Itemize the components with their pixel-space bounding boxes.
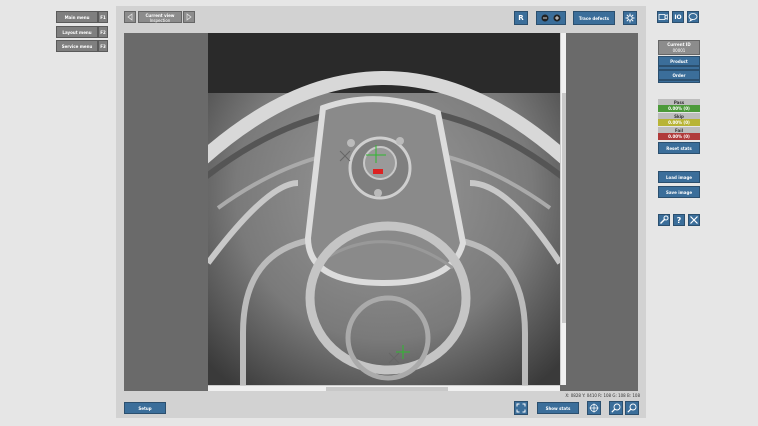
help-button[interactable]: ? [673,214,685,226]
layout-menu-button[interactable]: Layout menu [56,26,98,38]
crosshair-icon [589,403,599,413]
zoom-in-icon [611,403,621,413]
skip-value: 0.00% (0) [658,119,700,126]
fullscreen-icon [516,403,526,413]
circle-plus-icon[interactable] [553,14,561,22]
current-view-box: Current view Inspection [138,11,182,23]
wrench-icon [660,215,669,224]
settings-icon [625,13,635,23]
load-image-label: Load image [665,174,693,180]
circle-minus-icon[interactable] [541,14,549,22]
fail-value: 0.00% (0) [658,133,700,140]
order-label: Order [672,72,686,78]
zoom-in-button[interactable] [609,401,623,415]
current-id-box: Current ID 00001 [658,40,700,55]
camera-button[interactable] [657,11,669,23]
service-menu-button[interactable]: Service menu [56,40,98,52]
load-image-button[interactable]: Load image [658,171,700,183]
zoom-out-button[interactable] [625,401,639,415]
r-label: R [518,14,524,22]
show-stats-label: Show stats [545,405,571,411]
prev-view-button[interactable] [124,11,136,23]
product-button[interactable]: Product [658,56,700,66]
message-button[interactable] [687,11,699,23]
trace-defects-label: Trace defects [578,15,610,21]
vertical-scrollbar-thumb[interactable] [562,93,566,323]
reset-stats-button[interactable]: Reset stats [658,142,700,154]
layout-menu-label: Layout menu [62,29,92,35]
pass-value: 0.00% (0) [658,105,700,112]
pixel-info-status: X: 0828 Y: 0410 R: 108 G: 108 B: 108 [565,393,640,398]
camera-icon [658,14,668,20]
horizontal-scrollbar-thumb[interactable] [326,387,448,391]
service-menu-label: Service menu [61,43,93,49]
main-menu-key: F1 [98,11,108,23]
main-menu-label: Main menu [64,14,90,20]
setup-button[interactable]: Setup [124,402,166,414]
arrow-right-icon [186,13,192,21]
show-stats-button[interactable]: Show stats [537,402,579,414]
can-tab-image [208,33,560,385]
io-button[interactable]: IO [672,11,684,23]
layout-menu-key: F2 [98,26,108,38]
order-value [658,80,700,83]
order-button[interactable]: Order [658,70,700,80]
arrow-left-icon [127,13,133,21]
current-view-value: Inspection [149,18,171,23]
horizontal-scrollbar[interactable] [208,385,560,391]
current-id-value: 00001 [672,48,686,53]
service-menu-key: F3 [98,40,108,52]
main-menu-button[interactable]: Main menu [56,11,98,23]
crosshair-button[interactable] [587,401,601,415]
zoom-out-icon [627,403,637,413]
zoom-toggle-group [536,11,566,25]
tools-button[interactable] [658,214,670,226]
vertical-scrollbar[interactable] [560,33,566,385]
message-icon [688,13,698,22]
settings-button[interactable] [623,11,637,25]
save-image-label: Save image [665,189,693,195]
help-icon: ? [676,215,682,225]
fullscreen-button[interactable] [514,401,528,415]
close-button[interactable] [688,214,700,226]
r-button[interactable]: R [514,11,528,25]
next-view-button[interactable] [183,11,195,23]
close-icon [690,216,698,224]
io-icon: IO [674,13,682,21]
inspection-image[interactable] [208,33,560,385]
product-label: Product [670,58,688,64]
reset-stats-label: Reset stats [666,145,692,151]
setup-label: Setup [138,405,152,411]
trace-defects-button[interactable]: Trace defects [573,11,615,25]
save-image-button[interactable]: Save image [658,186,700,198]
